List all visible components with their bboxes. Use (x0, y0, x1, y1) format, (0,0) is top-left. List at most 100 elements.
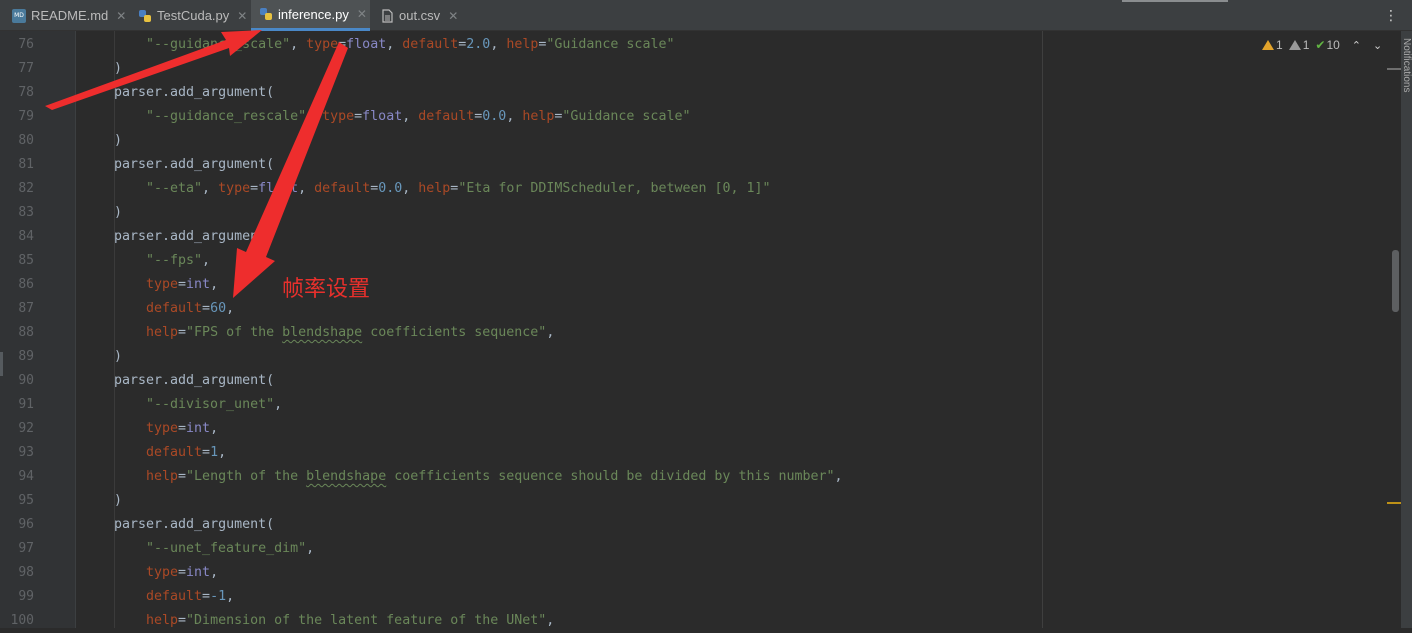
error-stripe-mark[interactable] (1387, 68, 1401, 70)
code-line[interactable]: parser.add_argument( (114, 81, 274, 105)
code-line[interactable]: help="Length of the blendshape coefficie… (146, 465, 843, 489)
tab-label: out.csv (399, 8, 441, 23)
line-number[interactable]: 81 (0, 153, 34, 177)
line-number[interactable]: 93 (0, 441, 34, 465)
code-line[interactable]: "--eta", type=float, default=0.0, help="… (146, 177, 771, 201)
code-line[interactable]: parser.add_argument( (114, 369, 274, 393)
close-icon[interactable]: ✕ (448, 9, 458, 23)
token-k: default (146, 445, 203, 460)
close-icon[interactable]: ✕ (357, 7, 367, 21)
notifications-label[interactable]: Notifications (1401, 38, 1412, 92)
code-line[interactable]: "--fps", (146, 249, 210, 273)
code-line[interactable]: default=1, (146, 441, 226, 465)
token-s: "Guidance scale" (562, 109, 691, 124)
code-editor[interactable]: "--guidance_scale", type=float, default=… (76, 31, 1396, 628)
line-number[interactable]: 91 (0, 393, 34, 417)
token-punct: = (178, 469, 187, 484)
token-punct: , (274, 397, 283, 412)
code-line[interactable]: parser.add_argument( (114, 513, 274, 537)
tab-label: README.md (31, 8, 109, 23)
editor-tab-bar: MD README.md ✕ TestCuda.py ✕ inference.p… (0, 0, 1412, 31)
line-number[interactable]: 90 (0, 369, 34, 393)
line-number[interactable]: 96 (0, 513, 34, 537)
warning-count[interactable]: 1 (1262, 38, 1283, 52)
line-number[interactable]: 87 (0, 297, 34, 321)
code-line[interactable]: default=60, (146, 297, 234, 321)
line-number[interactable]: 83 (0, 201, 34, 225)
chevron-down-icon[interactable]: ⌄ (1373, 39, 1382, 52)
code-line[interactable]: "--guidance_scale", type=float, default=… (146, 33, 674, 57)
code-line[interactable]: parser.add_argument( (114, 153, 274, 177)
code-text: parser.add_argument( (114, 157, 275, 172)
line-number[interactable]: 77 (0, 57, 34, 81)
close-icon[interactable]: ✕ (116, 9, 126, 23)
code-line[interactable]: help="FPS of the blendshape coefficients… (146, 321, 554, 345)
code-line[interactable]: "--guidance_rescale", type=float, defaul… (146, 105, 690, 129)
token-k: default (314, 181, 371, 196)
line-number[interactable]: 95 (0, 489, 34, 513)
code-line[interactable]: ) (114, 57, 122, 81)
token-punct: , (226, 301, 235, 316)
token-punct: = (202, 589, 211, 604)
token-punct: , (298, 181, 315, 196)
more-tabs-menu-icon[interactable]: ⋮ (1384, 8, 1398, 24)
tab-testcuda[interactable]: TestCuda.py ✕ (138, 0, 250, 31)
warning-stripe-mark[interactable] (1387, 502, 1401, 504)
token-s: "Dimension of the latent feature of the … (186, 613, 547, 628)
code-line[interactable]: type=int, (146, 273, 218, 297)
line-number[interactable]: 84 (0, 225, 34, 249)
token-s: "Length of the (186, 469, 307, 484)
code-line[interactable]: ) (114, 345, 122, 369)
token-n: 1 (210, 445, 219, 460)
token-punct: = (178, 565, 187, 580)
token-b: int (186, 565, 211, 580)
code-line[interactable]: type=int, (146, 561, 218, 585)
line-number[interactable]: 80 (0, 129, 34, 153)
line-number[interactable]: 97 (0, 537, 34, 561)
line-number[interactable]: 82 (0, 177, 34, 201)
line-number[interactable]: 79 (0, 105, 34, 129)
tab-out-csv[interactable]: out.csv ✕ (380, 0, 460, 31)
token-punct: = (338, 37, 347, 52)
chevron-up-icon[interactable]: ⌃ (1352, 39, 1361, 52)
code-text: ) (114, 61, 123, 76)
code-line[interactable]: "--unet_feature_dim", (146, 537, 314, 561)
token-punct: = (178, 325, 187, 340)
token-b: int (186, 421, 211, 436)
token-k: type (322, 109, 355, 124)
code-line[interactable]: "--divisor_unet", (146, 393, 282, 417)
notifications-tool-strip[interactable] (1401, 31, 1412, 628)
weak-warning-count[interactable]: 1 (1288, 38, 1309, 52)
line-number[interactable]: 100 (0, 609, 34, 633)
code-text: parser.add_argument( (114, 229, 275, 244)
token-s: "--divisor_unet" (146, 397, 275, 412)
code-line[interactable]: ) (114, 201, 122, 225)
typo-count[interactable]: ✔ 10 (1315, 38, 1339, 52)
code-text: parser.add_argument( (114, 85, 275, 100)
code-line[interactable]: type=int, (146, 417, 218, 441)
token-s: "Guidance scale" (546, 37, 675, 52)
vertical-scrollbar-thumb[interactable] (1392, 250, 1399, 312)
tab-readme[interactable]: MD README.md ✕ (12, 0, 127, 31)
code-line[interactable]: ) (114, 129, 122, 153)
line-number[interactable]: 89 (0, 345, 34, 369)
line-number[interactable]: 98 (0, 561, 34, 585)
code-line[interactable]: default=-1, (146, 585, 234, 609)
line-number[interactable]: 92 (0, 417, 34, 441)
code-line[interactable]: ) (114, 489, 122, 513)
line-number[interactable]: 99 (0, 585, 34, 609)
line-number[interactable]: 85 (0, 249, 34, 273)
line-number[interactable]: 76 (0, 33, 34, 57)
tab-inference[interactable]: inference.py ✕ (251, 0, 370, 31)
token-punct: , (306, 109, 323, 124)
line-number[interactable]: 94 (0, 465, 34, 489)
code-line[interactable]: help="Dimension of the latent feature of… (146, 609, 554, 633)
line-number-gutter[interactable]: 76 77 78 79 80 81 82 83 84 85 86 87 88 89 90 91 92 93 94 95… (0, 31, 76, 628)
code-line[interactable]: parser.add_argument( (114, 225, 274, 249)
close-icon[interactable]: ✕ (237, 9, 247, 23)
line-number[interactable]: 86 (0, 273, 34, 297)
line-number[interactable]: 88 (0, 321, 34, 345)
inspection-widget[interactable]: 1 1 ✔ 10 ⌃ ⌄ (1262, 36, 1382, 54)
token-k: type (146, 565, 179, 580)
line-number[interactable]: 78 (0, 81, 34, 105)
